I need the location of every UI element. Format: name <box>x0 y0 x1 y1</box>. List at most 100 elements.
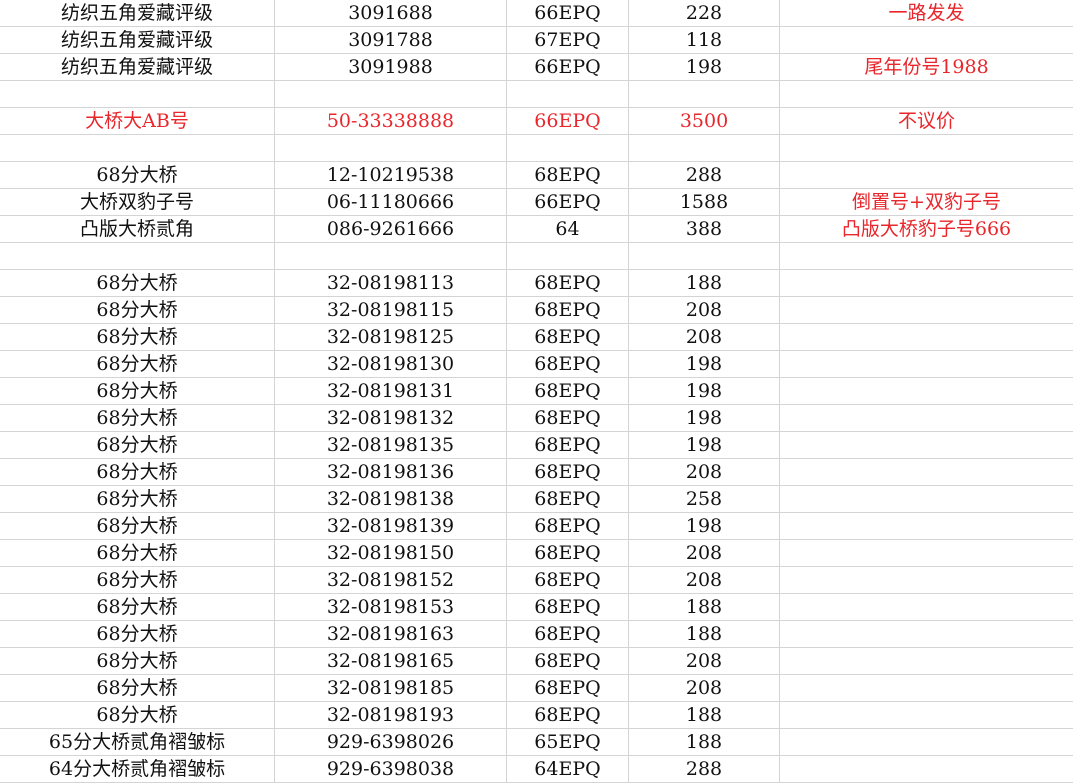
cell-grade[interactable]: 68EPQ <box>507 675 629 701</box>
cell-price[interactable]: 188 <box>629 621 780 647</box>
cell-serial-number[interactable]: 32-08198131 <box>275 378 507 404</box>
cell-price[interactable]: 198 <box>629 405 780 431</box>
cell-serial-number[interactable]: 32-08198135 <box>275 432 507 458</box>
cell-note[interactable] <box>780 702 1073 728</box>
cell-item-name[interactable]: 68分大桥 <box>0 702 275 728</box>
cell-price[interactable]: 208 <box>629 459 780 485</box>
cell-price[interactable]: 188 <box>629 702 780 728</box>
cell-price[interactable] <box>629 81 780 107</box>
cell-item-name[interactable]: 65分大桥贰角褶皱标 <box>0 729 275 755</box>
cell-item-name[interactable]: 68分大桥 <box>0 162 275 188</box>
cell-item-name[interactable]: 68分大桥 <box>0 567 275 593</box>
cell-grade[interactable]: 68EPQ <box>507 405 629 431</box>
cell-item-name[interactable]: 纺织五角爱藏评级 <box>0 0 275 26</box>
cell-item-name[interactable]: 68分大桥 <box>0 297 275 323</box>
cell-item-name[interactable]: 68分大桥 <box>0 594 275 620</box>
cell-grade[interactable]: 66EPQ <box>507 108 629 134</box>
cell-price[interactable]: 208 <box>629 540 780 566</box>
cell-note[interactable]: 倒置号+双豹子号 <box>780 189 1073 215</box>
cell-serial-number[interactable]: 929-6398026 <box>275 729 507 755</box>
cell-note[interactable] <box>780 675 1073 701</box>
cell-note[interactable] <box>780 621 1073 647</box>
cell-price[interactable] <box>629 243 780 269</box>
cell-grade[interactable]: 68EPQ <box>507 702 629 728</box>
cell-price[interactable]: 208 <box>629 324 780 350</box>
cell-serial-number[interactable]: 32-08198132 <box>275 405 507 431</box>
cell-price[interactable] <box>629 135 780 161</box>
cell-price[interactable]: 208 <box>629 297 780 323</box>
cell-serial-number[interactable]: 12-10219538 <box>275 162 507 188</box>
cell-grade[interactable]: 68EPQ <box>507 486 629 512</box>
cell-note[interactable] <box>780 162 1073 188</box>
cell-price[interactable]: 208 <box>629 675 780 701</box>
cell-price[interactable]: 228 <box>629 0 780 26</box>
cell-grade[interactable]: 64EPQ <box>507 756 629 782</box>
cell-serial-number[interactable]: 32-08198152 <box>275 567 507 593</box>
cell-item-name[interactable] <box>0 135 275 161</box>
cell-serial-number[interactable]: 3091988 <box>275 54 507 80</box>
cell-item-name[interactable]: 大桥双豹子号 <box>0 189 275 215</box>
cell-price[interactable]: 288 <box>629 756 780 782</box>
cell-price[interactable]: 188 <box>629 594 780 620</box>
cell-item-name[interactable]: 68分大桥 <box>0 513 275 539</box>
cell-note[interactable] <box>780 540 1073 566</box>
cell-note[interactable] <box>780 513 1073 539</box>
cell-serial-number[interactable]: 32-08198125 <box>275 324 507 350</box>
cell-price[interactable]: 258 <box>629 486 780 512</box>
cell-note[interactable]: 凸版大桥豹子号666 <box>780 216 1073 242</box>
cell-grade[interactable]: 68EPQ <box>507 378 629 404</box>
cell-item-name[interactable]: 68分大桥 <box>0 270 275 296</box>
cell-note[interactable] <box>780 459 1073 485</box>
cell-note[interactable] <box>780 756 1073 782</box>
cell-grade[interactable]: 65EPQ <box>507 729 629 755</box>
cell-serial-number[interactable]: 929-6398038 <box>275 756 507 782</box>
cell-item-name[interactable]: 68分大桥 <box>0 675 275 701</box>
cell-note[interactable]: 尾年份号1988 <box>780 54 1073 80</box>
cell-grade[interactable]: 68EPQ <box>507 324 629 350</box>
cell-item-name[interactable]: 凸版大桥贰角 <box>0 216 275 242</box>
cell-grade[interactable]: 68EPQ <box>507 540 629 566</box>
cell-price[interactable]: 198 <box>629 513 780 539</box>
cell-note[interactable] <box>780 378 1073 404</box>
cell-note[interactable] <box>780 324 1073 350</box>
cell-serial-number[interactable]: 50-33338888 <box>275 108 507 134</box>
cell-grade[interactable] <box>507 243 629 269</box>
cell-serial-number[interactable] <box>275 135 507 161</box>
cell-serial-number[interactable]: 32-08198113 <box>275 270 507 296</box>
cell-grade[interactable]: 68EPQ <box>507 621 629 647</box>
cell-grade[interactable]: 66EPQ <box>507 54 629 80</box>
cell-grade[interactable]: 68EPQ <box>507 162 629 188</box>
cell-price[interactable]: 188 <box>629 729 780 755</box>
cell-price[interactable]: 198 <box>629 54 780 80</box>
cell-price[interactable]: 198 <box>629 351 780 377</box>
cell-price[interactable]: 3500 <box>629 108 780 134</box>
cell-item-name[interactable]: 68分大桥 <box>0 486 275 512</box>
cell-note[interactable] <box>780 567 1073 593</box>
cell-item-name[interactable] <box>0 243 275 269</box>
cell-item-name[interactable]: 68分大桥 <box>0 324 275 350</box>
cell-price[interactable]: 208 <box>629 567 780 593</box>
cell-grade[interactable] <box>507 81 629 107</box>
cell-grade[interactable]: 68EPQ <box>507 567 629 593</box>
cell-item-name[interactable] <box>0 81 275 107</box>
cell-serial-number[interactable]: 32-08198139 <box>275 513 507 539</box>
cell-note[interactable]: 一路发发 <box>780 0 1073 26</box>
cell-grade[interactable]: 66EPQ <box>507 189 629 215</box>
cell-serial-number[interactable]: 32-08198163 <box>275 621 507 647</box>
cell-item-name[interactable]: 大桥大AB号 <box>0 108 275 134</box>
cell-item-name[interactable]: 68分大桥 <box>0 351 275 377</box>
cell-grade[interactable]: 66EPQ <box>507 0 629 26</box>
cell-note[interactable] <box>780 729 1073 755</box>
cell-grade[interactable]: 68EPQ <box>507 270 629 296</box>
cell-item-name[interactable]: 68分大桥 <box>0 432 275 458</box>
cell-price[interactable]: 388 <box>629 216 780 242</box>
cell-price[interactable]: 288 <box>629 162 780 188</box>
cell-note[interactable] <box>780 297 1073 323</box>
cell-price[interactable]: 118 <box>629 27 780 53</box>
cell-grade[interactable]: 68EPQ <box>507 297 629 323</box>
cell-note[interactable] <box>780 243 1073 269</box>
cell-serial-number[interactable]: 32-08198138 <box>275 486 507 512</box>
cell-grade[interactable]: 68EPQ <box>507 648 629 674</box>
cell-item-name[interactable]: 64分大桥贰角褶皱标 <box>0 756 275 782</box>
cell-serial-number[interactable]: 3091688 <box>275 0 507 26</box>
